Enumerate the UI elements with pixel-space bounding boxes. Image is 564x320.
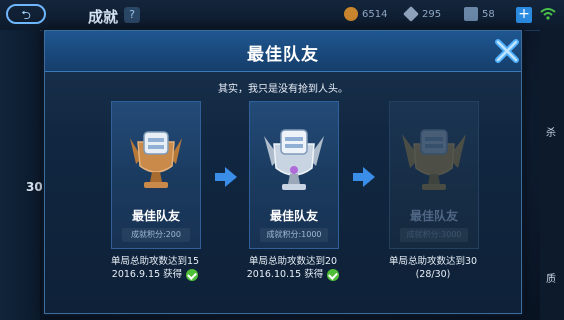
- achievement-score: 成就积分:3000: [400, 228, 468, 242]
- achievement-name: 最佳队友: [409, 209, 458, 223]
- achievement-status: 获得: [304, 269, 324, 280]
- achievement-modal: 最佳队友 其实，我只是没有抢到人头。 最佳队友 成就积分:200 最佳队友 成就…: [44, 30, 522, 314]
- modal-header: 最佳队友: [45, 31, 521, 72]
- modal-title: 最佳队友: [247, 45, 319, 65]
- silver-trophy-icon: [264, 129, 324, 190]
- achievement-status: 获得: [163, 269, 183, 280]
- diamond-resource: 295: [403, 6, 441, 22]
- achievement-card-bronze[interactable]: 最佳队友 成就积分:200: [111, 101, 201, 249]
- achievement-date: 2016.10.15: [246, 269, 302, 280]
- modal-subtitle: 其实，我只是没有抢到人头。: [218, 84, 348, 95]
- gold-trophy-icon: [402, 129, 466, 190]
- background-right-text: 杀: [546, 128, 556, 139]
- achievement-description: 单局总助攻数达到20 2016.10.15 获得: [233, 255, 353, 281]
- wifi-icon: [540, 8, 556, 20]
- achievement-requirement: 单局总助攻数达到15: [110, 256, 200, 267]
- achievement-card-silver[interactable]: 最佳队友 成就积分:1000: [249, 101, 339, 249]
- background-right-text: 质: [546, 274, 556, 285]
- gold-resource: 6514: [344, 7, 387, 21]
- achievement-name: 最佳队友: [131, 209, 180, 223]
- check-icon: [186, 268, 199, 281]
- achievement-description: 单局总助攻数达到30 (28/30): [373, 255, 493, 281]
- achievement-requirement: 单局总助攻数达到30: [388, 256, 478, 267]
- page-title: 成就: [88, 8, 119, 26]
- add-button[interactable]: +: [516, 7, 532, 23]
- arrow-right-icon: [353, 167, 375, 187]
- back-button[interactable]: ⮌: [6, 4, 46, 24]
- gold-coin-icon: [344, 7, 358, 21]
- arrow-right-icon: [215, 167, 237, 187]
- achievement-score: 成就积分:1000: [260, 228, 328, 242]
- achievement-name: 最佳队友: [269, 209, 318, 223]
- bronze-trophy-icon: [130, 131, 182, 188]
- voucher-icon: [464, 7, 478, 21]
- achievement-score: 成就积分:200: [122, 228, 190, 242]
- achievement-progress: (28/30): [415, 269, 451, 280]
- background-left-panel: [0, 30, 40, 320]
- achievement-card-gold-locked[interactable]: 最佳队友 成就积分:3000: [389, 101, 479, 249]
- achievement-date-line: 2016.10.15 获得: [233, 268, 353, 281]
- check-icon: [327, 268, 340, 281]
- close-icon[interactable]: [493, 37, 521, 65]
- diamond-icon: [403, 6, 419, 22]
- achievement-date: 2016.9.15: [111, 269, 161, 280]
- voucher-resource: 58: [464, 7, 495, 21]
- achievement-description: 单局总助攻数达到15 2016.9.15 获得: [95, 255, 215, 281]
- background-left-number: 30: [26, 180, 43, 194]
- achievement-requirement: 单局总助攻数达到20: [248, 256, 338, 267]
- help-button[interactable]: ?: [124, 7, 140, 23]
- top-bar: ⮌ 成就 ? 6514 295 58 +: [0, 0, 564, 31]
- achievement-date-line: 2016.9.15 获得: [95, 268, 215, 281]
